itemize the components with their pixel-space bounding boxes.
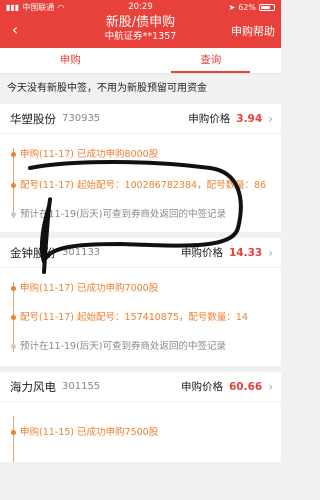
event-text: 预计在11-19(后天)可查到券商处返回的中签记录 <box>20 209 227 220</box>
notice-text: 今天没有新股中签，不用为新股预留可用资金 <box>7 83 207 94</box>
status-time: 20:29 <box>128 2 153 12</box>
timeline-dot <box>11 183 16 188</box>
nav-bar: ‹ 新股/债申购 中航证券**1357 申购帮助 <box>0 14 281 48</box>
price-value: 3.94 <box>236 112 263 125</box>
stock-code: 301155 <box>62 381 101 392</box>
chevron-right-icon: › <box>268 245 273 260</box>
event-text: 配号(11-17) 起始配号：157410875，配号数量：14 <box>20 312 249 323</box>
price-value: 14.33 <box>228 246 263 259</box>
timeline-event-allot: 配号(11-17) 起始配号：157410875，配号数量：14 <box>11 311 273 324</box>
price-label: 申购价格 <box>188 113 231 125</box>
tab-bar: 申购 查询 <box>0 48 281 74</box>
event-text: 申购(11-15) 已成功申购7500股 <box>20 427 159 438</box>
stock-name: 金钟股份 <box>10 245 56 260</box>
event-text: 配号(11-17) 起始配号：100286782384，配号数量：86 <box>20 180 267 191</box>
stock-card: 金钟股份 301133 申购价格 14.33 › 申购(11-17) 已成功申购… <box>0 238 281 366</box>
status-bar: ▮▮▮ 中国联通 ◠ 20:29 ➤ 62% <box>0 0 281 14</box>
timeline: 申购(11-17) 已成功申购7000股 配号(11-17) 起始配号：1574… <box>0 268 281 366</box>
stock-card: 海力风电 301155 申购价格 60.66 › 申购(11-15) 已成功申购… <box>0 372 281 462</box>
stock-card-header[interactable]: 金钟股份 301133 申购价格 14.33 › <box>0 238 281 268</box>
stock-card-header[interactable]: 海力风电 301155 申购价格 60.66 › <box>0 372 281 402</box>
timeline-event-subscribe: 申购(11-17) 已成功申购7000股 <box>11 282 273 295</box>
stock-card-header[interactable]: 华塑股份 730935 申购价格 3.94 › <box>0 104 281 134</box>
price-label: 申购价格 <box>180 247 223 259</box>
header: ▮▮▮ 中国联通 ◠ 20:29 ➤ 62% ‹ 新股/债申购 中航证券**13… <box>0 0 281 48</box>
timeline-dot <box>11 430 16 435</box>
price-value: 60.66 <box>228 380 263 393</box>
price-label: 申购价格 <box>180 381 223 393</box>
stock-code: 730935 <box>62 113 101 124</box>
timeline-line <box>13 416 14 462</box>
stock-card: 华塑股份 730935 申购价格 3.94 › 申购(11-17) 已成功申购8… <box>0 104 281 232</box>
app-root: ▮▮▮ 中国联通 ◠ 20:29 ➤ 62% ‹ 新股/债申购 中航证券**13… <box>0 0 281 500</box>
timeline-event-expected: 预计在11-19(后天)可查到券商处返回的中签记录 <box>11 208 273 221</box>
timeline-event-subscribe: 申购(11-15) 已成功申购7500股 <box>11 426 273 439</box>
timeline-event-expected: 预计在11-19(后天)可查到券商处返回的中签记录 <box>11 340 273 353</box>
timeline-dot <box>11 212 16 217</box>
timeline-dot <box>11 315 16 320</box>
stock-name: 海力风电 <box>10 379 56 394</box>
timeline-dot <box>11 286 16 291</box>
help-button[interactable]: 申购帮助 <box>231 23 275 39</box>
timeline-dot <box>11 344 16 349</box>
timeline-event-subscribe: 申购(11-17) 已成功申购8000股 <box>11 148 273 161</box>
timeline-event-allot: 配号(11-17) 起始配号：100286782384，配号数量：86 <box>11 179 273 192</box>
event-text: 预计在11-19(后天)可查到券商处返回的中签记录 <box>20 341 227 352</box>
event-text: 申购(11-17) 已成功申购8000股 <box>20 149 159 160</box>
battery-icon <box>259 3 275 11</box>
chevron-right-icon: › <box>268 379 273 394</box>
tab-subscribe[interactable]: 申购 <box>0 48 141 73</box>
timeline-dot <box>11 152 16 157</box>
stock-code: 301133 <box>62 247 101 258</box>
timeline: 申购(11-15) 已成功申购7500股 <box>0 402 281 462</box>
stock-name: 华塑股份 <box>10 111 56 126</box>
timeline: 申购(11-17) 已成功申购8000股 配号(11-17) 起始配号：1002… <box>0 134 281 232</box>
event-text: 申购(11-17) 已成功申购7000股 <box>20 283 159 294</box>
chevron-right-icon: › <box>268 111 273 126</box>
tab-query[interactable]: 查询 <box>141 48 282 73</box>
